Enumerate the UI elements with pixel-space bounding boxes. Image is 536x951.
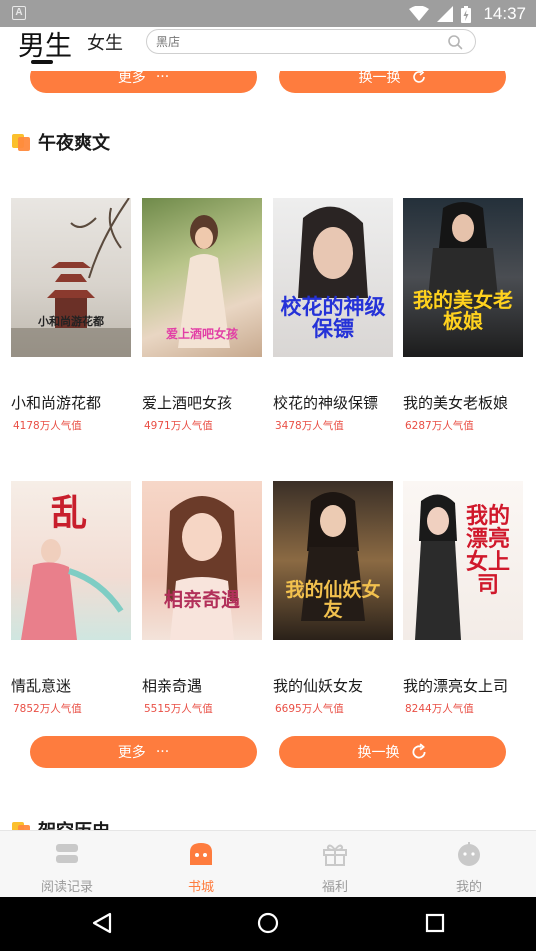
book-title[interactable]: 情乱意迷 (11, 675, 71, 696)
book-title[interactable]: 小和尚游花都 (11, 392, 101, 413)
recents-icon[interactable] (425, 913, 445, 933)
book-cover[interactable]: 相亲奇遇 (142, 481, 262, 640)
book-title[interactable]: 校花的神级保镖 (273, 392, 378, 413)
search-bar[interactable] (146, 29, 476, 54)
nav-bookstore[interactable]: 书城 (134, 831, 268, 898)
cover-art-woman-chair (427, 202, 499, 308)
book-card[interactable]: 相亲奇遇 相亲奇遇 5515万人气值 (142, 481, 262, 715)
cover-title: 我的美女老板娘 (413, 288, 513, 333)
cover-title: 乱 (51, 493, 88, 534)
tab-male[interactable]: 男生 (18, 24, 72, 63)
cover-art-pagoda (11, 198, 131, 357)
more-dots-icon: ··· (155, 744, 170, 760)
more-button[interactable]: 更多 ··· (30, 736, 257, 768)
tab-female[interactable]: 女生 (87, 29, 123, 55)
book-card[interactable]: 爱上酒吧女孩 爱上酒吧女孩 4971万人气值 (142, 198, 262, 432)
section-title: 午夜爽文 (38, 133, 110, 154)
book-cover[interactable]: 我的漂亮女上司 (403, 481, 523, 640)
notification-app-icon: A (12, 6, 26, 20)
search-icon[interactable] (447, 34, 463, 50)
system-navigation-bar (0, 897, 536, 951)
section-header-midnight: 午夜爽文 (12, 129, 110, 155)
section-header-history: 架空历史 (12, 817, 110, 830)
cover-title: 我的漂亮女上司 (465, 504, 510, 599)
book-title[interactable]: 我的仙妖女友 (273, 675, 363, 696)
home-icon[interactable] (257, 912, 279, 934)
book-card[interactable]: 我的漂亮女上司 我的漂亮女上司 8244万人气值 (403, 481, 523, 715)
cover-title: 我的仙妖女友 (285, 579, 381, 621)
book-card[interactable]: 乱 情乱意迷 7852万人气值 (11, 481, 131, 715)
nav-welfare[interactable]: 福利 (268, 831, 402, 898)
nav-label: 书城 (187, 880, 214, 895)
prev-more-label: 更多 (117, 71, 146, 86)
book-cover[interactable]: 我的仙妖女友 (273, 481, 393, 640)
book-cover[interactable]: 我的美女老板娘 (403, 198, 523, 357)
back-icon[interactable] (92, 912, 112, 934)
section-title: 架空历史 (38, 817, 110, 830)
books-stack-icon (56, 844, 78, 863)
status-bar: A 14:37 (0, 0, 536, 27)
book-popularity: 4178万人气值 (13, 420, 82, 432)
book-card[interactable]: 小和尚游花都 小和尚游花都 4178万人气值 (11, 198, 131, 432)
more-label: 更多 (117, 745, 146, 761)
book-popularity: 3478万人气值 (275, 420, 344, 432)
bottom-navigation: 阅读记录 书城 福利 我的 (0, 830, 536, 897)
content-scroll-area[interactable]: 更多 ··· 换一换 午夜爽文 小和尚游花都 小和尚游花都 4178万人气值 爱… (0, 71, 536, 830)
book-popularity: 5515万人气值 (144, 703, 213, 715)
search-input[interactable] (156, 32, 436, 52)
battery-icon (461, 5, 472, 23)
book-popularity: 6695万人气值 (275, 703, 344, 715)
section-icon (12, 133, 32, 151)
book-popularity: 6287万人气值 (405, 420, 474, 432)
book-popularity: 7852万人气值 (13, 703, 82, 715)
nav-reading-history[interactable]: 阅读记录 (0, 831, 134, 898)
cover-title: 爱上酒吧女孩 (165, 327, 238, 341)
top-header: 男生 女生 (0, 27, 536, 71)
book-title[interactable]: 我的漂亮女上司 (403, 675, 508, 696)
refresh-icon (411, 743, 426, 759)
gift-icon (323, 844, 347, 866)
book-popularity: 4971万人气值 (144, 420, 213, 432)
profile-face-icon (458, 842, 480, 866)
bookstore-icon (190, 843, 212, 865)
nav-label: 阅读记录 (40, 880, 93, 895)
swap-button[interactable]: 换一换 (279, 736, 506, 768)
cover-title: 校花的神级保镖 (280, 295, 386, 342)
book-cover[interactable]: 小和尚游花都 (11, 198, 131, 357)
clock: 14:37 (483, 4, 526, 23)
book-popularity: 8244万人气值 (405, 703, 474, 715)
prev-swap-button[interactable]: 换一换 (279, 71, 506, 93)
cell-signal-icon (437, 6, 454, 22)
book-cover[interactable]: 校花的神级保镖 (273, 198, 393, 357)
prev-more-button[interactable]: 更多 ··· (30, 71, 257, 93)
more-dots-icon: ··· (155, 71, 170, 85)
book-card[interactable]: 我的仙妖女友 我的仙妖女友 6695万人气值 (273, 481, 393, 715)
prev-swap-label: 换一换 (358, 71, 401, 86)
swap-label: 换一换 (357, 745, 400, 761)
book-card[interactable]: 校花的神级保镖 校花的神级保镖 3478万人气值 (273, 198, 393, 432)
status-icons: 14:37 (409, 3, 526, 25)
nav-label: 我的 (455, 880, 482, 895)
book-cover[interactable]: 乱 (11, 481, 131, 640)
section-icon (12, 821, 32, 830)
book-title[interactable]: 我的美女老板娘 (403, 392, 508, 413)
cover-art-girl-portrait (166, 496, 238, 640)
book-title[interactable]: 爱上酒吧女孩 (142, 392, 232, 413)
cover-title: 相亲奇遇 (163, 589, 240, 611)
nav-label: 福利 (321, 880, 348, 895)
nav-profile[interactable]: 我的 (402, 831, 536, 898)
book-card[interactable]: 我的美女老板娘 我的美女老板娘 6287万人气值 (403, 198, 523, 432)
active-tab-indicator (31, 60, 53, 64)
wifi-icon (409, 6, 430, 21)
refresh-icon (412, 71, 425, 83)
book-title[interactable]: 相亲奇遇 (142, 675, 202, 696)
book-cover[interactable]: 爱上酒吧女孩 (142, 198, 262, 357)
cover-title: 小和尚游花都 (38, 315, 104, 328)
